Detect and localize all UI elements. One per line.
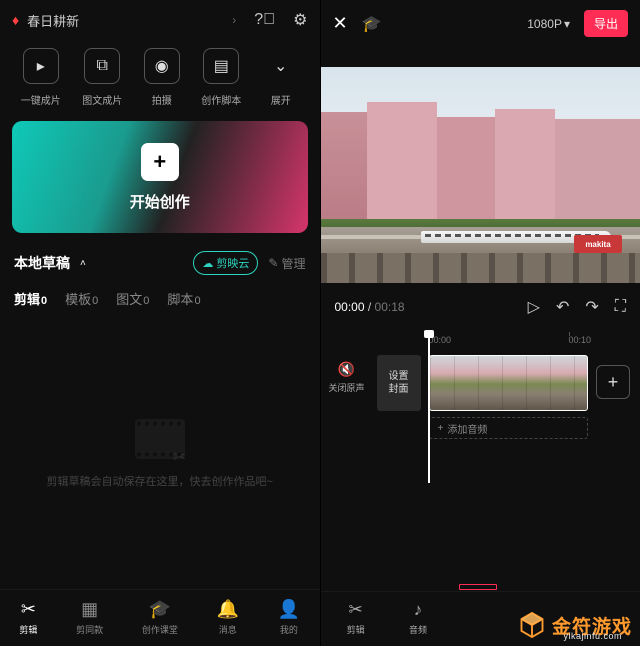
tab-template[interactable]: 模板0: [65, 289, 98, 308]
chevron-right-icon[interactable]: ›: [232, 13, 236, 27]
video-clip[interactable]: [429, 355, 589, 411]
cloud-button[interactable]: ☁剪映云: [193, 251, 258, 275]
billboard: makita: [574, 235, 622, 253]
resolution-button[interactable]: 1080P ▾: [527, 17, 570, 31]
empty-state: ✂ 剪辑草稿会自动保存在这里，快去创作作品吧~: [0, 318, 320, 589]
pencil-icon: ✎: [268, 256, 278, 270]
action-text2video[interactable]: ⧉图文成片: [82, 48, 122, 107]
cloud-icon: ☁: [202, 257, 213, 270]
action-script[interactable]: ▤创作脚本: [201, 48, 241, 107]
start-create-label: 开始创作: [130, 191, 190, 212]
editor-topbar: ✕ 🎓 1080P ▾ 导出: [321, 0, 640, 47]
graduation-icon: 🎓: [149, 598, 171, 620]
scissors-icon: ✂: [349, 600, 363, 620]
template-icon: ▦: [81, 598, 98, 620]
settings-icon[interactable]: ⚙: [293, 10, 307, 30]
help-icon[interactable]: ?⃝: [254, 11, 275, 29]
tab-text[interactable]: 图文0: [116, 289, 149, 308]
action-autocut[interactable]: ▸一键成片: [21, 48, 61, 107]
play-icon[interactable]: ▷: [528, 297, 540, 317]
close-icon[interactable]: ✕: [333, 13, 348, 34]
tab-script[interactable]: 脚本0: [167, 289, 200, 308]
mute-button[interactable]: 🔇关闭原声: [327, 361, 367, 394]
nav-message[interactable]: 🔔消息: [217, 598, 239, 636]
scissors-icon: ✂: [173, 447, 191, 465]
tool-clip[interactable]: ✂剪辑: [325, 600, 387, 636]
nav-lesson[interactable]: 🎓创作课堂: [142, 598, 178, 636]
drafts-header: 本地草稿 ˄ ☁剪映云 ✎管理: [0, 233, 320, 283]
plus-icon: +: [438, 423, 444, 434]
nav-me[interactable]: 👤我的: [278, 598, 300, 636]
export-button[interactable]: 导出: [584, 10, 628, 37]
nav-same[interactable]: ▦剪同款: [76, 598, 103, 636]
bottom-nav: ✂剪辑 ▦剪同款 🎓创作课堂 🔔消息 👤我的: [0, 589, 320, 646]
bell-icon: 🔔: [217, 598, 239, 620]
add-audio-track[interactable]: +添加音频: [429, 417, 589, 439]
editor-pane: ✕ 🎓 1080P ▾ 导出 makita 00:00 / 00:18 ▷ ↶ …: [321, 0, 640, 646]
tool-audio[interactable]: ♪音频: [387, 600, 449, 636]
chevron-down-icon: ▾: [564, 17, 570, 31]
person-icon: 👤: [278, 598, 300, 620]
playback-bar: 00:00 / 00:18 ▷ ↶ ↷ ⛶: [321, 283, 640, 331]
scissors-icon: ✂: [21, 598, 36, 620]
empty-message: 剪辑草稿会自动保存在这里，快去创作作品吧~: [47, 473, 273, 489]
action-expand[interactable]: ⌄展开: [263, 48, 299, 107]
play-rect-icon: ▸: [37, 56, 45, 76]
time-display: 00:00 / 00:18: [335, 300, 405, 314]
undo-icon[interactable]: ↶: [556, 297, 569, 317]
tab-clip[interactable]: 剪辑0: [14, 289, 47, 308]
topbar: ♦ 春日耕新 › ?⃝ ⚙: [0, 0, 320, 40]
stack-icon: ⧉: [97, 57, 108, 75]
watermark-url: yikajinfu.com: [563, 631, 622, 641]
ruler-tick: 00:10: [569, 335, 592, 345]
timeline-ruler[interactable]: 00:00 00:10: [321, 331, 640, 353]
fullscreen-icon[interactable]: ⛶: [615, 298, 626, 316]
tool-more[interactable]: [449, 600, 511, 636]
plus-icon: +: [141, 143, 179, 181]
watermark: 金符游戏 yikajinfu.com: [517, 610, 632, 640]
speaker-icon: 🔇: [338, 361, 355, 378]
graduation-icon[interactable]: 🎓: [362, 14, 382, 34]
selection-indicator: [459, 584, 497, 590]
camera-icon: ◉: [155, 56, 169, 76]
doc-icon: ▤: [214, 56, 229, 76]
nav-clip[interactable]: ✂剪辑: [19, 598, 37, 636]
draft-tabs: 剪辑0 模板0 图文0 脚本0: [0, 283, 320, 318]
redo-icon[interactable]: ↷: [585, 297, 598, 317]
manage-button[interactable]: ✎管理: [268, 255, 305, 272]
film-icon: ✂: [135, 419, 185, 459]
playhead[interactable]: [428, 333, 430, 483]
topic-text[interactable]: 春日耕新: [27, 11, 224, 30]
start-create-card[interactable]: + 开始创作: [12, 121, 308, 233]
drafts-title[interactable]: 本地草稿: [14, 253, 70, 273]
quick-actions: ▸一键成片 ⧉图文成片 ◉拍摄 ▤创作脚本 ⌄展开: [0, 40, 320, 121]
add-clip-button[interactable]: +: [596, 365, 630, 399]
music-icon: ♪: [414, 600, 423, 620]
flame-icon: ♦: [12, 12, 19, 28]
home-pane: ♦ 春日耕新 › ?⃝ ⚙ ▸一键成片 ⧉图文成片 ◉拍摄 ▤创作脚本 ⌄展开 …: [0, 0, 321, 646]
cube-icon: [517, 610, 547, 640]
caret-up-icon[interactable]: ˄: [80, 258, 86, 269]
action-shoot[interactable]: ◉拍摄: [144, 48, 180, 107]
video-preview[interactable]: makita: [321, 67, 640, 283]
chevron-down-icon: ⌄: [274, 56, 287, 76]
cover-button[interactable]: 设置封面: [377, 355, 421, 411]
timeline-track[interactable]: 🔇关闭原声 设置封面 + +添加音频: [321, 353, 640, 433]
